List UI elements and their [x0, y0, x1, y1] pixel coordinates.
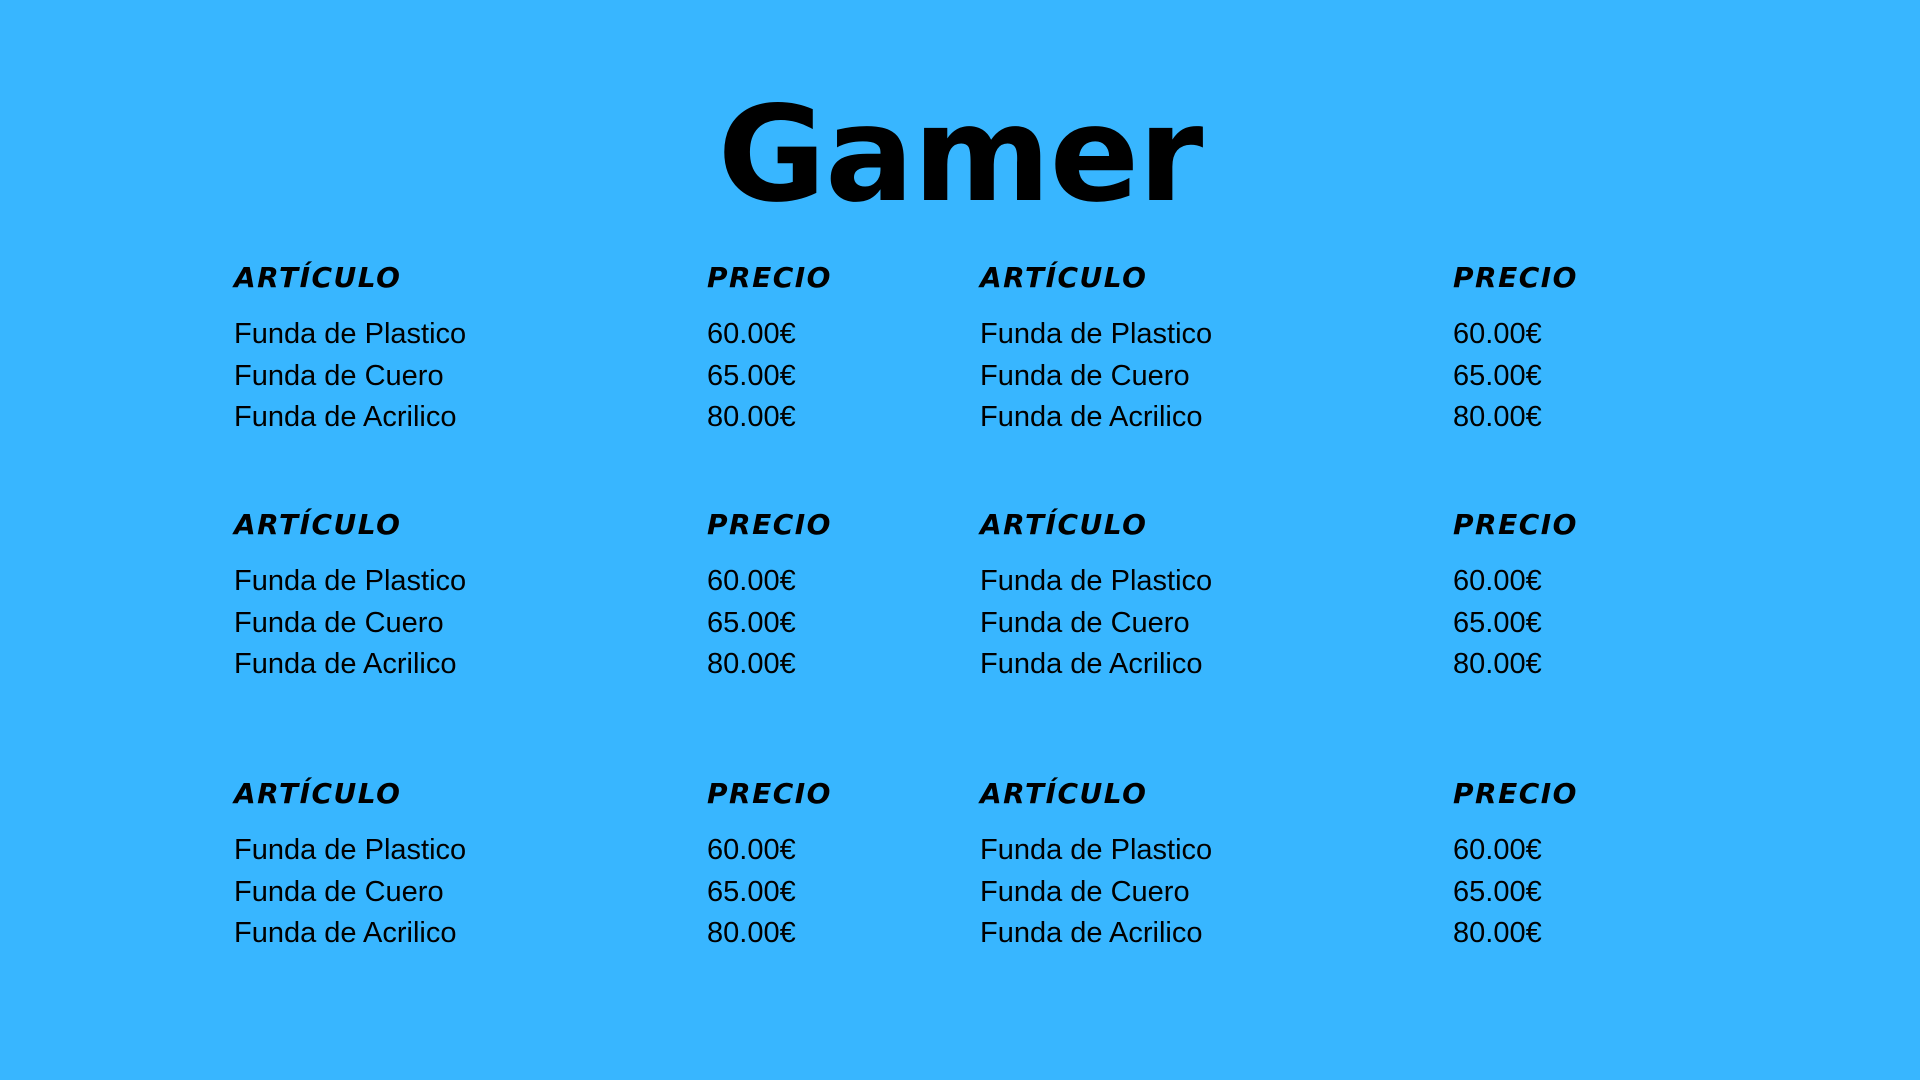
table-row: Funda de Plastico 60.00€	[234, 830, 914, 872]
item-price: 65.00€	[707, 359, 796, 392]
item-name: Funda de Cuero	[980, 359, 1190, 392]
item-name: Funda de Plastico	[980, 565, 1213, 597]
table-row: Funda de Plastico 60.00€	[234, 561, 914, 603]
item-price: 65.00€	[707, 875, 796, 908]
item-price: 60.00€	[707, 834, 796, 866]
item-name: Funda de Acrilico	[980, 401, 1203, 433]
table-row: Funda de Acrilico 80.00€	[234, 913, 914, 955]
item-name: Funda de Plastico	[980, 318, 1213, 350]
price-rows: Funda de Plastico 60.00€ Funda de Cuero …	[234, 830, 914, 955]
item-price: 65.00€	[707, 606, 796, 639]
item-price: 60.00€	[1453, 834, 1542, 866]
item-price: 60.00€	[707, 318, 796, 350]
item-price: 60.00€	[1453, 318, 1542, 350]
table-row: Funda de Acrilico 80.00€	[234, 397, 914, 439]
item-name: Funda de Acrilico	[234, 917, 457, 949]
header-articulo: ARTÍCULO	[234, 261, 402, 294]
table-row: Funda de Cuero 65.00€	[980, 872, 1660, 914]
price-rows: Funda de Plastico 60.00€ Funda de Cuero …	[980, 314, 1660, 439]
item-name: Funda de Acrilico	[234, 648, 457, 680]
price-rows: Funda de Plastico 60.00€ Funda de Cuero …	[234, 561, 914, 686]
item-price: 80.00€	[1453, 917, 1542, 949]
table-row: Funda de Acrilico 80.00€	[980, 913, 1660, 955]
item-name: Funda de Cuero	[234, 875, 444, 908]
item-name: Funda de Cuero	[234, 606, 444, 639]
item-name: Funda de Acrilico	[980, 917, 1203, 949]
item-name: Funda de Cuero	[980, 606, 1190, 639]
item-price: 80.00€	[707, 401, 796, 433]
table-row: Funda de Plastico 60.00€	[980, 314, 1660, 356]
table-row: Funda de Cuero 65.00€	[234, 603, 914, 645]
item-name: Funda de Acrilico	[980, 648, 1203, 680]
item-price: 80.00€	[707, 917, 796, 949]
item-name: Funda de Plastico	[234, 565, 467, 597]
item-price: 80.00€	[1453, 401, 1542, 433]
header-precio: PRECIO	[1453, 508, 1578, 541]
header-articulo: ARTÍCULO	[234, 777, 402, 810]
header-precio: PRECIO	[1453, 261, 1578, 294]
item-name: Funda de Cuero	[980, 875, 1190, 908]
header-articulo: ARTÍCULO	[234, 508, 402, 541]
item-price: 65.00€	[1453, 875, 1542, 908]
table-row: Funda de Cuero 65.00€	[234, 872, 914, 914]
item-price: 65.00€	[1453, 359, 1542, 392]
table-row: Funda de Acrilico 80.00€	[980, 397, 1660, 439]
table-row: Funda de Cuero 65.00€	[980, 356, 1660, 398]
table-row: Funda de Plastico 60.00€	[234, 314, 914, 356]
table-row: Funda de Acrilico 80.00€	[980, 644, 1660, 686]
price-rows: Funda de Plastico 60.00€ Funda de Cuero …	[234, 314, 914, 439]
item-price: 80.00€	[1453, 648, 1542, 680]
header-precio: PRECIO	[707, 508, 832, 541]
table-row: Funda de Cuero 65.00€	[980, 603, 1660, 645]
header-precio: PRECIO	[1453, 777, 1578, 810]
item-price: 60.00€	[1453, 565, 1542, 597]
table-row: Funda de Plastico 60.00€	[980, 830, 1660, 872]
table-row: Funda de Plastico 60.00€	[980, 561, 1660, 603]
item-price: 60.00€	[707, 565, 796, 597]
item-name: Funda de Cuero	[234, 359, 444, 392]
header-articulo: ARTÍCULO	[980, 777, 1148, 810]
item-name: Funda de Acrilico	[234, 401, 457, 433]
price-rows: Funda de Plastico 60.00€ Funda de Cuero …	[980, 830, 1660, 955]
header-precio: PRECIO	[707, 261, 832, 294]
header-articulo: ARTÍCULO	[980, 261, 1148, 294]
page-title: Gamer	[717, 78, 1204, 232]
header-articulo: ARTÍCULO	[980, 508, 1148, 541]
item-name: Funda de Plastico	[980, 834, 1213, 866]
item-name: Funda de Plastico	[234, 834, 467, 866]
header-precio: PRECIO	[707, 777, 832, 810]
price-list-page: Gamer ARTÍCULO PRECIO Funda de Plastico …	[0, 0, 1920, 1080]
item-price: 80.00€	[707, 648, 796, 680]
item-name: Funda de Plastico	[234, 318, 467, 350]
table-row: Funda de Acrilico 80.00€	[234, 644, 914, 686]
item-price: 65.00€	[1453, 606, 1542, 639]
price-rows: Funda de Plastico 60.00€ Funda de Cuero …	[980, 561, 1660, 686]
table-row: Funda de Cuero 65.00€	[234, 356, 914, 398]
